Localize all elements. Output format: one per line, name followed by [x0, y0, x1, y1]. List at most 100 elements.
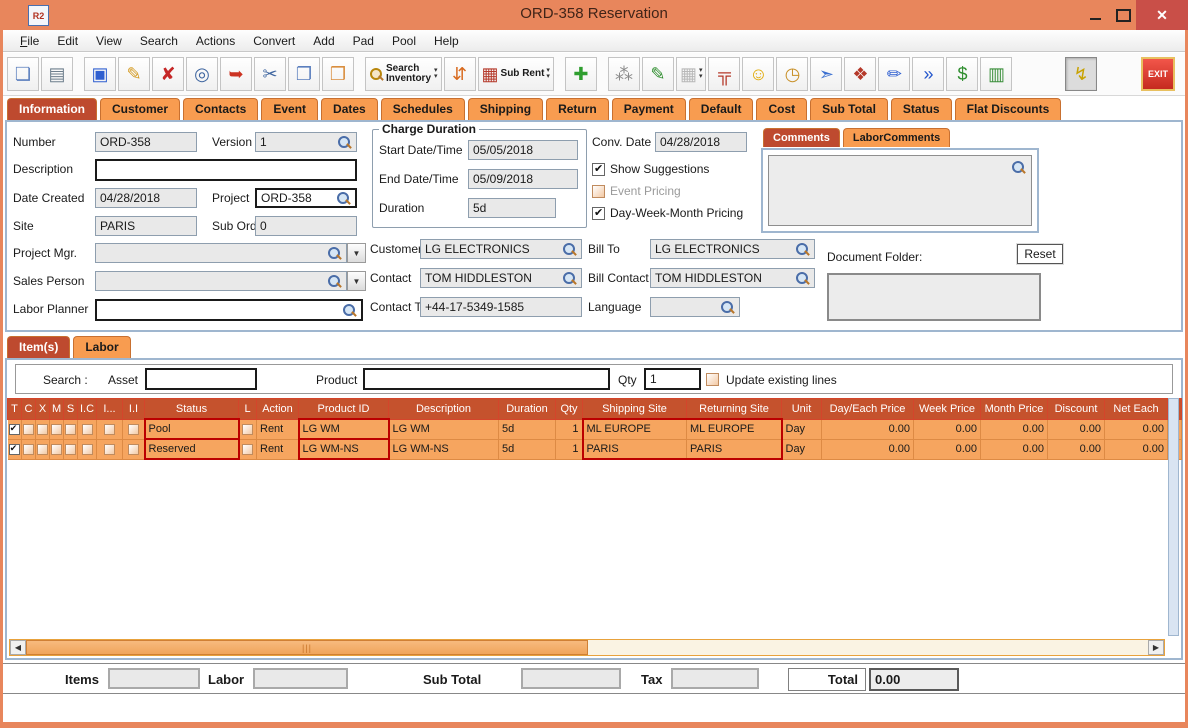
- cell-qty[interactable]: 1: [556, 419, 583, 439]
- smiley-button[interactable]: ☺: [742, 57, 774, 91]
- cell-day_price[interactable]: 0.00: [822, 419, 914, 439]
- col-header-month-price[interactable]: Month Price: [981, 399, 1048, 420]
- customer-field[interactable]: LG ELECTRONICS: [420, 239, 582, 259]
- menu-edit[interactable]: Edit: [48, 30, 87, 52]
- checkbox-checked-icon[interactable]: [9, 444, 20, 455]
- save-button[interactable]: ▣: [84, 57, 116, 91]
- magnifier-icon[interactable]: [336, 191, 351, 206]
- checkbox-unchecked-icon[interactable]: [23, 424, 34, 435]
- cell-ii[interactable]: [123, 439, 145, 459]
- magnifier-icon[interactable]: [562, 242, 577, 257]
- availability-button[interactable]: ⇵: [444, 57, 476, 91]
- notes-button[interactable]: ✎: [642, 57, 674, 91]
- col-header-t[interactable]: T: [8, 399, 22, 420]
- document-folder-box[interactable]: [827, 273, 1041, 321]
- exit-button[interactable]: EXIT: [1141, 57, 1175, 91]
- magnifier-icon[interactable]: [795, 271, 810, 286]
- checkbox-unchecked-icon[interactable]: [65, 424, 76, 435]
- menu-view[interactable]: View: [87, 30, 131, 52]
- magnifier-icon[interactable]: [562, 271, 577, 286]
- cell-m[interactable]: [50, 419, 64, 439]
- checkbox-unchecked-icon[interactable]: [37, 444, 48, 455]
- menu-file[interactable]: File: [11, 30, 48, 52]
- sales-person-dropdown-button[interactable]: ▼: [347, 271, 366, 291]
- start-date-field[interactable]: 05/05/2018: [468, 140, 578, 160]
- cell-x[interactable]: [36, 419, 50, 439]
- cell-unit[interactable]: Day: [782, 439, 822, 459]
- edit-document-button[interactable]: ✏: [878, 57, 910, 91]
- cell-s[interactable]: [64, 439, 78, 459]
- scroll-left-button[interactable]: ◀: [10, 640, 26, 655]
- forward-dollar-button[interactable]: »: [912, 57, 944, 91]
- cell-qty[interactable]: 1: [556, 439, 583, 459]
- product-input[interactable]: [363, 368, 610, 390]
- number-field[interactable]: ORD-358: [95, 132, 197, 152]
- cell-week_price[interactable]: 0.00: [914, 419, 981, 439]
- cell-idots[interactable]: [97, 419, 123, 439]
- reset-button[interactable]: Reset: [1017, 244, 1063, 264]
- tab-cost[interactable]: Cost: [756, 98, 807, 120]
- contact-field[interactable]: TOM HIDDLESTON: [420, 268, 582, 288]
- magnifier-icon[interactable]: [795, 242, 810, 257]
- cut-button[interactable]: ✂: [254, 57, 286, 91]
- col-header-action[interactable]: Action: [257, 399, 299, 420]
- col-header-i-c[interactable]: I.C: [78, 399, 97, 420]
- magnifier-icon[interactable]: [1011, 160, 1026, 175]
- tab-return[interactable]: Return: [546, 98, 609, 120]
- history-folder-button[interactable]: ◷: [776, 57, 808, 91]
- tab-status[interactable]: Status: [891, 98, 952, 120]
- cell-description[interactable]: LG WM-NS: [389, 439, 499, 459]
- cell-idots[interactable]: [97, 439, 123, 459]
- contact-tel-field[interactable]: +44-17-5349-1585: [420, 297, 582, 317]
- cell-net_each[interactable]: 0.00: [1105, 419, 1168, 439]
- col-header-discount[interactable]: Discount: [1048, 399, 1105, 420]
- transfer-document-button[interactable]: ➥: [220, 57, 252, 91]
- cell-ii[interactable]: [123, 419, 145, 439]
- col-header-m[interactable]: M: [50, 399, 64, 420]
- col-header-c[interactable]: C: [22, 399, 36, 420]
- col-header-duration[interactable]: Duration: [499, 399, 556, 420]
- cell-m[interactable]: [50, 439, 64, 459]
- cell-s[interactable]: [64, 419, 78, 439]
- scroll-right-button[interactable]: ▶: [1148, 640, 1164, 655]
- cell-ic[interactable]: [78, 439, 97, 459]
- checkbox-unchecked-icon[interactable]: [128, 444, 139, 455]
- cell-discount[interactable]: 0.00: [1048, 439, 1105, 459]
- col-header-returning-site[interactable]: Returning Site: [687, 399, 782, 420]
- comments-input[interactable]: [768, 155, 1032, 226]
- lightning-button[interactable]: ↯: [1065, 57, 1097, 91]
- tab-default[interactable]: Default: [689, 98, 754, 120]
- col-header-week-price[interactable]: Week Price: [914, 399, 981, 420]
- quote-dollar-button[interactable]: $: [946, 57, 978, 91]
- cell-returning_site[interactable]: ML EUROPE: [687, 419, 782, 439]
- spinner-icon[interactable]: ▾▾: [546, 68, 550, 80]
- table-row[interactable]: ReservedRentLG WM-NSLG WM-NS5d1PARISPARI…: [8, 439, 1182, 459]
- items-tab-item-s[interactable]: Item(s): [7, 336, 70, 358]
- checkbox-unchecked-icon[interactable]: [592, 185, 605, 198]
- checkbox-unchecked-icon[interactable]: [82, 444, 93, 455]
- maximize-button[interactable]: [1110, 0, 1136, 30]
- menu-pad[interactable]: Pad: [344, 30, 383, 52]
- tab-event[interactable]: Event: [261, 98, 318, 120]
- cell-duration[interactable]: 5d: [499, 419, 556, 439]
- tab-sub-total[interactable]: Sub Total: [810, 98, 888, 120]
- spinner-icon[interactable]: ▾▾: [699, 68, 703, 80]
- col-header-s[interactable]: S: [64, 399, 78, 420]
- delivery-truck-button[interactable]: ▥: [980, 57, 1012, 91]
- find-binoculars-button[interactable]: ◎: [186, 57, 218, 91]
- cell-l[interactable]: [239, 439, 257, 459]
- checkbox-checked-icon[interactable]: [592, 207, 605, 220]
- minimize-button[interactable]: [1082, 0, 1108, 30]
- cell-l[interactable]: [239, 419, 257, 439]
- print-button[interactable]: ▤: [41, 57, 73, 91]
- magnifier-icon[interactable]: [337, 135, 352, 150]
- col-header-status[interactable]: Status: [145, 399, 239, 420]
- comments-tab-comments[interactable]: Comments: [763, 128, 840, 147]
- pool-items-button[interactable]: ⁂: [608, 57, 640, 91]
- cell-c[interactable]: [22, 439, 36, 459]
- qty-input[interactable]: 1: [644, 368, 701, 390]
- checkbox-checked-icon[interactable]: [9, 424, 20, 435]
- cell-action[interactable]: Rent: [257, 419, 299, 439]
- paste-button[interactable]: ❒: [322, 57, 354, 91]
- duration-field[interactable]: 5d: [468, 198, 556, 218]
